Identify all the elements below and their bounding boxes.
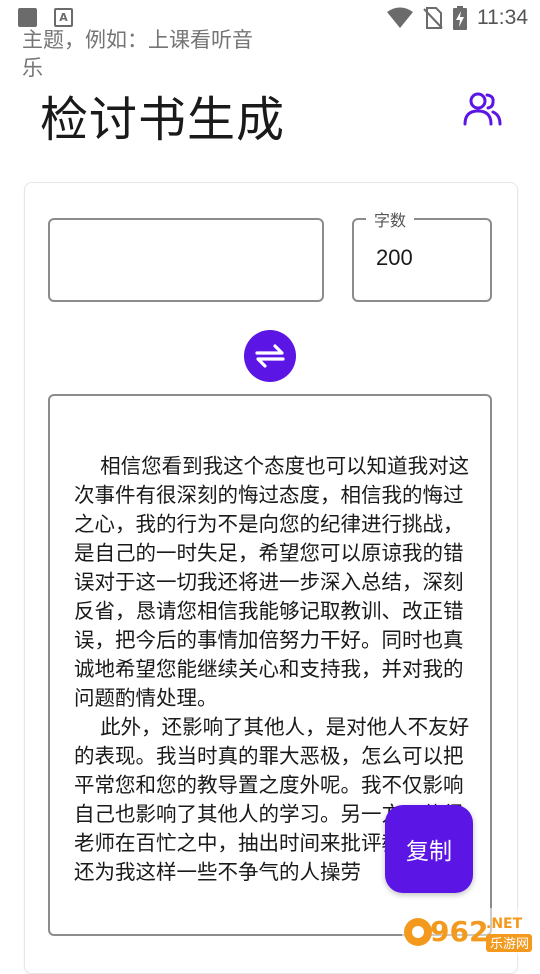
users-icon — [463, 92, 502, 126]
watermark-number: 962 — [430, 915, 488, 948]
copy-button[interactable]: 复制 — [385, 805, 473, 893]
wifi-icon — [387, 7, 413, 28]
topic-field[interactable] — [48, 218, 324, 302]
watermark-sub: 乐游网 — [490, 937, 529, 952]
status-icons: 11:34 — [387, 5, 528, 31]
word-count-value[interactable]: 200 — [376, 245, 413, 271]
status-time: 11:34 — [477, 6, 528, 29]
no-sim-icon — [423, 7, 443, 29]
page-title: 检讨书生成 — [40, 92, 286, 148]
users-button[interactable] — [462, 90, 504, 128]
a-text-icon: A — [54, 8, 73, 27]
swap-arrows-icon — [255, 344, 285, 368]
watermark-suffix: .NET — [486, 916, 523, 932]
battery-charging-icon — [453, 6, 467, 30]
generate-button[interactable] — [244, 330, 296, 382]
watermark-logo: 962 .NET 乐游网 — [400, 906, 536, 958]
copy-button-label: 复制 — [406, 839, 452, 865]
topic-input[interactable] — [22, 26, 272, 82]
word-count-label: 字数 — [366, 207, 415, 231]
notification-square-icon — [18, 8, 37, 27]
